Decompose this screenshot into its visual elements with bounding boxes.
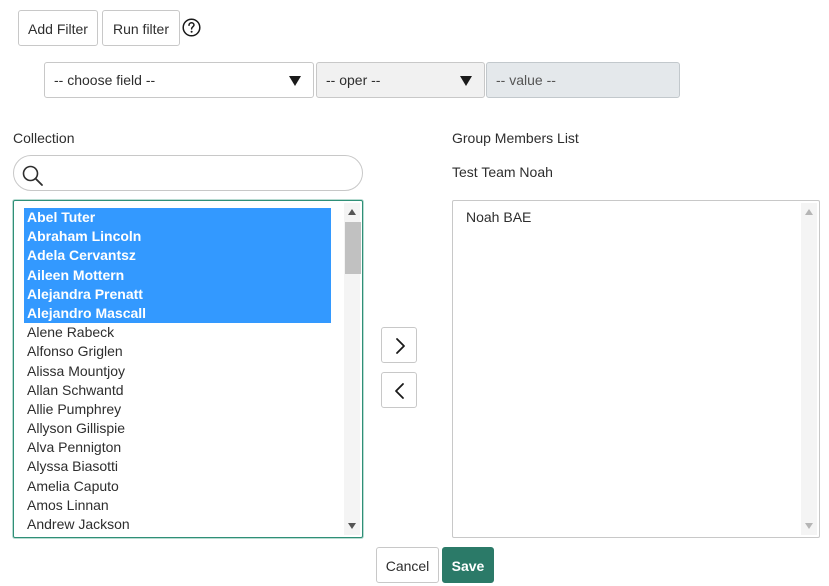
collection-list-item[interactable]: Abraham Lincoln — [24, 227, 331, 247]
collection-list-item[interactable]: Andrew Jackson — [24, 515, 331, 534]
collection-search[interactable] — [13, 155, 363, 191]
save-button[interactable]: Save — [442, 547, 494, 583]
collection-list-item[interactable]: Alyssa Biasotti — [24, 457, 331, 476]
scroll-down-arrow-icon[interactable] — [805, 523, 813, 529]
collection-list-item[interactable]: Allan Schwantd — [24, 381, 331, 400]
collection-list-item[interactable]: Alissa Mountjoy — [24, 362, 331, 381]
chevron-left-icon — [395, 383, 404, 399]
add-filter-button[interactable]: Add Filter — [18, 10, 98, 46]
members-scrollbar[interactable] — [801, 203, 817, 535]
scrollbar-thumb[interactable] — [345, 222, 361, 274]
collection-list-item[interactable]: Alejandro Mascall — [24, 303, 331, 324]
remove-from-group-button[interactable] — [381, 372, 417, 408]
collection-list-item[interactable]: Alene Rabeck — [24, 323, 331, 342]
collection-list-item[interactable]: Alva Pennigton — [24, 438, 331, 457]
cancel-button[interactable]: Cancel — [376, 547, 439, 583]
choose-field-value: -- choose field -- — [54, 72, 156, 88]
collection-scrollbar[interactable] — [344, 203, 361, 535]
collection-list-item[interactable]: Amos Linnan — [24, 496, 331, 515]
collection-list-item[interactable]: Alfonso Griglen — [24, 342, 331, 361]
scroll-up-arrow-icon[interactable] — [348, 209, 356, 215]
add-to-group-button[interactable] — [381, 327, 417, 363]
collection-list-item[interactable]: Abel Tuter — [24, 208, 331, 228]
collection-list-item[interactable]: Alejandra Prenatt — [24, 284, 331, 304]
value-field: -- value -- — [486, 62, 680, 98]
operator-value: -- oper -- — [326, 72, 381, 88]
group-name: Test Team Noah — [452, 164, 553, 180]
collection-list-item[interactable]: Allie Pumphrey — [24, 400, 331, 419]
collection-list-item[interactable]: Amelia Caputo — [24, 477, 331, 496]
question-circle-icon[interactable] — [182, 18, 201, 37]
choose-field-select[interactable]: -- choose field -- — [44, 62, 314, 98]
caret-down-icon — [289, 76, 301, 86]
collection-list[interactable]: Abel Tuter Abraham Lincoln Adela Cervantsz… — [13, 200, 363, 538]
chevron-right-icon — [396, 338, 405, 354]
operator-select[interactable]: -- oper -- — [316, 62, 485, 98]
group-member-item[interactable]: Noah BAE — [463, 208, 770, 227]
collection-label: Collection — [13, 130, 75, 146]
scroll-up-arrow-icon[interactable] — [805, 209, 813, 215]
group-members-label: Group Members List — [452, 130, 579, 146]
run-filter-button[interactable]: Run filter — [102, 10, 180, 46]
collection-search-input[interactable] — [52, 162, 352, 184]
group-members-list[interactable]: Noah BAE — [452, 200, 820, 538]
collection-list-item[interactable]: Allyson Gillispie — [24, 419, 331, 438]
collection-list-item[interactable]: Adela Cervantsz — [24, 246, 331, 266]
value-placeholder: -- value -- — [496, 72, 556, 88]
scroll-down-arrow-icon[interactable] — [348, 523, 356, 529]
collection-list-item[interactable]: Aileen Mottern — [24, 265, 331, 285]
caret-down-icon — [460, 76, 472, 86]
magnifier-icon — [22, 165, 43, 186]
